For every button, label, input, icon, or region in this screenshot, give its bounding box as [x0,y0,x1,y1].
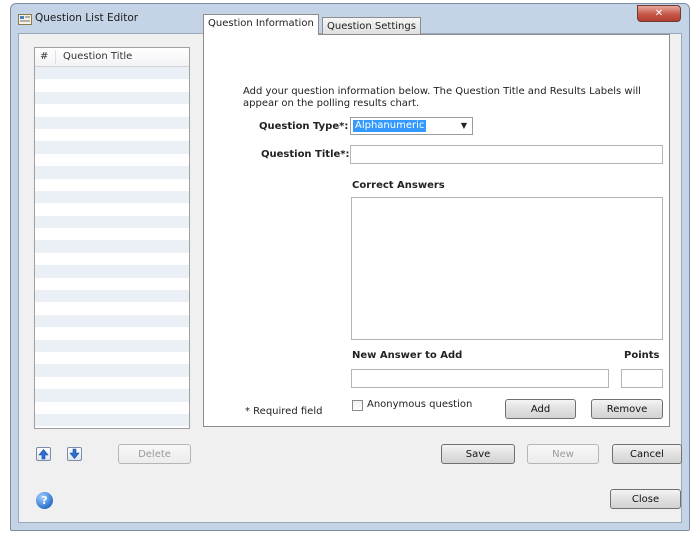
list-item[interactable] [35,327,189,339]
list-item[interactable] [35,179,189,191]
window-title: Question List Editor [35,12,139,24]
list-item[interactable] [35,339,189,352]
points-input[interactable] [621,369,663,388]
points-label: Points [624,350,660,361]
list-item[interactable] [35,389,189,402]
list-item[interactable] [35,364,189,377]
list-item[interactable] [35,265,189,278]
question-list[interactable]: # Question Title [34,47,190,429]
arrow-up-icon [38,449,49,460]
remove-answer-button[interactable]: Remove [591,399,663,419]
list-item[interactable] [35,154,189,166]
anonymous-question-checkbox[interactable] [352,400,363,411]
list-item[interactable] [35,413,189,427]
list-item[interactable] [35,129,189,141]
cancel-button[interactable]: Cancel [612,444,682,464]
question-title-label: Question Title*: [261,149,350,160]
window-close-button[interactable]: ✕ [637,5,681,22]
correct-answers-list[interactable] [351,197,663,340]
list-item[interactable] [35,253,189,265]
list-item[interactable] [35,91,189,105]
question-list-rows [35,67,189,427]
question-type-label: Question Type*: [259,121,349,132]
column-separator [55,50,56,64]
new-answer-input[interactable] [351,369,609,388]
move-up-button[interactable] [36,447,51,461]
list-item[interactable] [35,302,189,314]
list-item[interactable] [35,166,189,179]
tab-question-information[interactable]: Question Information [203,14,319,35]
correct-answers-label: Correct Answers [352,180,445,191]
column-title-header[interactable]: Question Title [63,51,132,62]
list-item[interactable] [35,314,189,328]
column-number-header[interactable]: # [40,51,48,62]
required-field-note: * Required field [245,406,323,417]
move-down-button[interactable] [67,447,82,461]
list-item[interactable] [35,104,189,116]
list-item[interactable] [35,402,189,414]
list-item[interactable] [35,79,189,91]
chevron-down-icon: ▼ [460,121,467,130]
new-answer-label: New Answer to Add [352,350,463,361]
editor-app-icon [18,14,32,25]
list-item[interactable] [35,377,189,389]
list-item[interactable] [35,290,189,303]
list-item[interactable] [35,116,189,129]
help-icon[interactable]: ? [36,492,53,509]
list-item[interactable] [35,215,189,229]
question-type-select[interactable]: Alphanumeric ▼ [350,117,473,135]
save-button[interactable]: Save [441,444,515,464]
tab-question-settings[interactable]: Question Settings [322,17,421,35]
list-item[interactable] [35,278,189,290]
question-list-header: # Question Title [35,48,189,67]
question-title-input[interactable] [350,145,663,164]
list-item[interactable] [35,228,189,240]
list-item[interactable] [35,203,189,215]
arrow-down-icon [69,448,80,459]
list-item[interactable] [35,67,189,80]
list-item[interactable] [35,141,189,154]
intro-text: Add your question information below. The… [243,86,641,109]
new-question-button[interactable]: New [527,444,599,464]
close-button[interactable]: Close [610,489,681,509]
delete-question-button[interactable]: Delete [118,444,191,464]
anonymous-question-label: Anonymous question [367,399,473,410]
list-item[interactable] [35,352,189,364]
list-item[interactable] [35,190,189,204]
list-item[interactable] [35,240,189,253]
question-type-selected-value: Alphanumeric [353,120,427,132]
add-answer-button[interactable]: Add [505,399,576,419]
